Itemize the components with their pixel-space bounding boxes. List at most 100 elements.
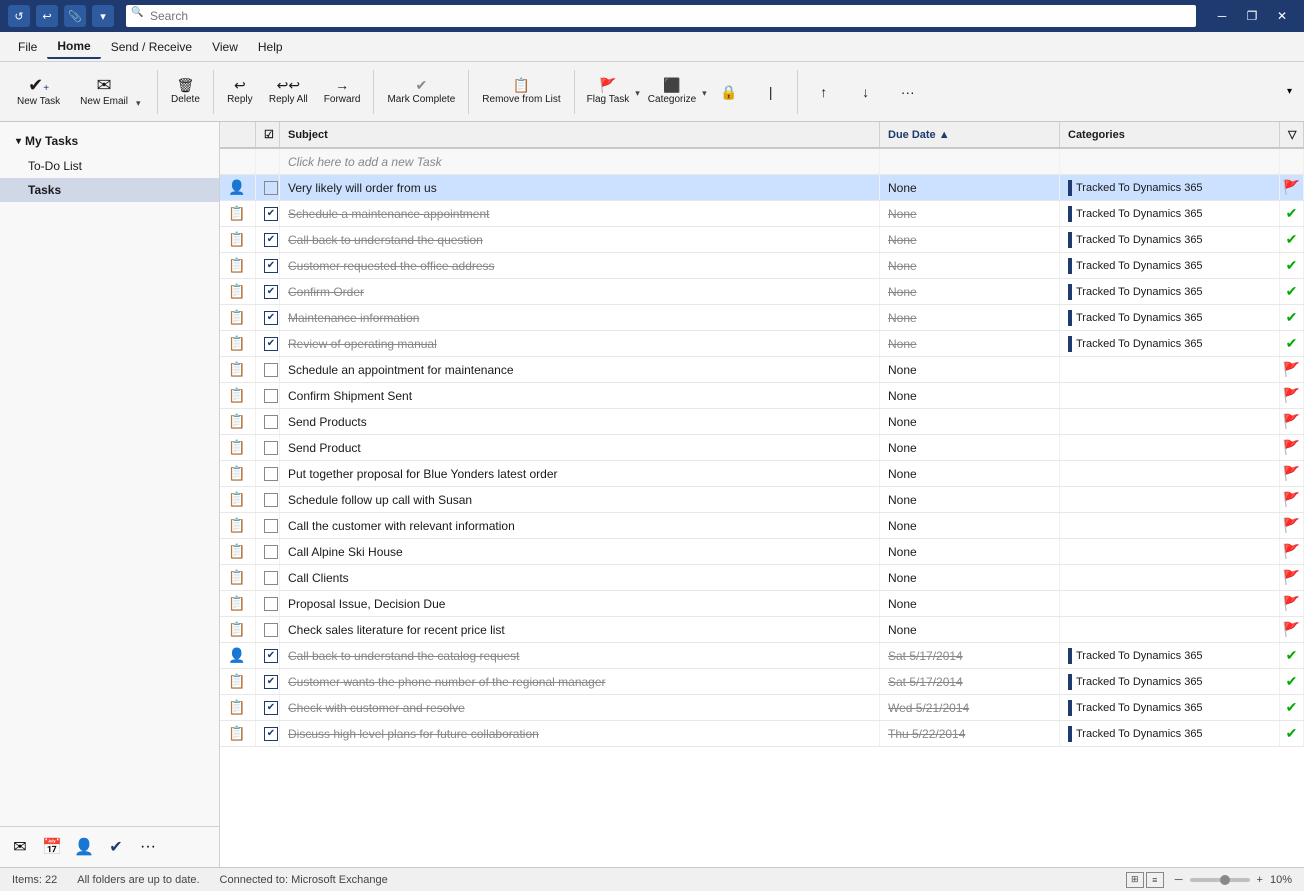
task-checkbox[interactable]: ✔ [264, 285, 278, 299]
ribbon-collapse-button[interactable]: ▾ [1283, 84, 1296, 99]
table-row[interactable]: 📋 ✔ Maintenance information None Tracked… [220, 305, 1304, 331]
menu-help[interactable]: Help [248, 36, 293, 58]
new-email-dropdown-arrow[interactable]: ▾ [136, 70, 150, 113]
task-checkbox[interactable] [264, 389, 278, 403]
task-checkbox[interactable] [264, 623, 278, 637]
table-row[interactable]: 📋 ✔ Confirm Order None Tracked To Dynami… [220, 279, 1304, 305]
row-subject-cell[interactable]: Call back to understand the catalog requ… [280, 643, 880, 668]
task-checkbox[interactable]: ✔ [264, 727, 278, 741]
table-row[interactable]: 📋 ✔ Review of operating manual None Trac… [220, 331, 1304, 357]
row-subject-cell[interactable]: Call Clients [280, 565, 880, 590]
reply-all-button[interactable]: ↩↩ Reply All [262, 73, 315, 110]
row-flag-cell[interactable]: ✔ [1280, 227, 1304, 252]
row-check-cell[interactable] [256, 175, 280, 200]
zoom-in-button[interactable]: + [1254, 874, 1266, 886]
row-check-cell[interactable]: ✔ [256, 305, 280, 330]
info-button[interactable]: | [751, 80, 791, 104]
task-checkbox[interactable] [264, 467, 278, 481]
add-subject-cell[interactable]: Click here to add a new Task [280, 149, 880, 174]
attach-icon[interactable]: 📎 [64, 5, 86, 27]
row-flag-cell[interactable]: 🚩 [1280, 461, 1304, 486]
normal-view-button[interactable]: ⊞ [1126, 872, 1144, 888]
search-input[interactable] [126, 5, 1196, 27]
table-row[interactable]: 📋 Confirm Shipment Sent None 🚩 [220, 383, 1304, 409]
row-flag-cell[interactable]: ✔ [1280, 643, 1304, 668]
zoom-slider[interactable] [1190, 878, 1250, 882]
row-subject-cell[interactable]: Confirm Order [280, 279, 880, 304]
row-flag-cell[interactable]: 🚩 [1280, 539, 1304, 564]
task-checkbox[interactable] [264, 571, 278, 585]
new-task-button[interactable]: ✔+ New Task [8, 69, 69, 114]
row-flag-cell[interactable]: 🚩 [1280, 357, 1304, 382]
table-row[interactable]: 📋 Send Product None 🚩 [220, 435, 1304, 461]
row-subject-cell[interactable]: Check with customer and resolve [280, 695, 880, 720]
table-row[interactable]: 👤 Very likely will order from us None Tr… [220, 175, 1304, 201]
row-check-cell[interactable] [256, 565, 280, 590]
table-row[interactable]: 📋 Proposal Issue, Decision Due None 🚩 [220, 591, 1304, 617]
row-subject-cell[interactable]: Schedule a maintenance appointment [280, 201, 880, 226]
categorize-button[interactable]: ⬛ Categorize [642, 74, 702, 109]
nav-tasks-icon[interactable]: ✔ [102, 833, 130, 861]
table-row[interactable]: 📋 Send Products None 🚩 [220, 409, 1304, 435]
row-check-cell[interactable]: ✔ [256, 331, 280, 356]
undo-icon[interactable]: ↩ [36, 5, 58, 27]
row-check-cell[interactable] [256, 435, 280, 460]
row-check-cell[interactable] [256, 539, 280, 564]
row-flag-cell[interactable]: ✔ [1280, 669, 1304, 694]
table-row[interactable]: 📋 Call Alpine Ski House None 🚩 [220, 539, 1304, 565]
th-check[interactable]: ☑ [256, 122, 280, 147]
forward-button[interactable]: → Forward [317, 73, 368, 110]
row-subject-cell[interactable]: Check sales literature for recent price … [280, 617, 880, 642]
close-button[interactable]: ✕ [1268, 5, 1296, 27]
table-row[interactable]: 📋 Call the customer with relevant inform… [220, 513, 1304, 539]
row-check-cell[interactable]: ✔ [256, 279, 280, 304]
row-flag-cell[interactable]: 🚩 [1280, 513, 1304, 538]
table-row[interactable]: 📋 ✔ Customer wants the phone number of t… [220, 669, 1304, 695]
reply-button[interactable]: ↩ Reply [220, 73, 260, 110]
row-check-cell[interactable]: ✔ [256, 227, 280, 252]
th-subject[interactable]: Subject [280, 122, 880, 147]
task-checkbox[interactable]: ✔ [264, 259, 278, 273]
row-flag-cell[interactable]: ✔ [1280, 253, 1304, 278]
task-checkbox[interactable]: ✔ [264, 337, 278, 351]
task-checkbox[interactable] [264, 363, 278, 377]
row-subject-cell[interactable]: Maintenance information [280, 305, 880, 330]
task-checkbox[interactable]: ✔ [264, 675, 278, 689]
row-check-cell[interactable]: ✔ [256, 721, 280, 746]
task-checkbox[interactable] [264, 519, 278, 533]
table-row[interactable]: 📋 ✔ Call back to understand the question… [220, 227, 1304, 253]
menu-home[interactable]: Home [47, 35, 100, 59]
row-subject-cell[interactable]: Call Alpine Ski House [280, 539, 880, 564]
row-flag-cell[interactable]: 🚩 [1280, 617, 1304, 642]
flag-task-group[interactable]: 🚩 Flag Task ▾ [581, 74, 640, 109]
menu-view[interactable]: View [202, 36, 248, 58]
my-tasks-header[interactable]: My Tasks [0, 128, 219, 154]
row-check-cell[interactable] [256, 357, 280, 382]
row-subject-cell[interactable]: Customer requested the office address [280, 253, 880, 278]
task-checkbox[interactable]: ✔ [264, 649, 278, 663]
table-row[interactable]: 📋 Schedule an appointment for maintenanc… [220, 357, 1304, 383]
th-filter[interactable]: ▽ [1280, 122, 1304, 147]
table-row[interactable]: 👤 ✔ Call back to understand the catalog … [220, 643, 1304, 669]
table-row[interactable]: 📋 Check sales literature for recent pric… [220, 617, 1304, 643]
row-flag-cell[interactable]: 🚩 [1280, 487, 1304, 512]
table-row[interactable]: 📋 Put together proposal for Blue Yonders… [220, 461, 1304, 487]
row-subject-cell[interactable]: Send Product [280, 435, 880, 460]
row-flag-cell[interactable]: ✔ [1280, 201, 1304, 226]
row-check-cell[interactable] [256, 617, 280, 642]
row-check-cell[interactable] [256, 383, 280, 408]
task-checkbox[interactable] [264, 597, 278, 611]
dropdown-icon[interactable]: ▾ [92, 5, 114, 27]
row-subject-cell[interactable]: Review of operating manual [280, 331, 880, 356]
task-checkbox[interactable]: ✔ [264, 207, 278, 221]
th-due-date[interactable]: Due Date ▲ [880, 122, 1060, 147]
nav-people-icon[interactable]: 👤 [70, 833, 98, 861]
sidebar-item-to-do-list[interactable]: To-Do List [0, 154, 219, 178]
row-check-cell[interactable]: ✔ [256, 253, 280, 278]
task-checkbox[interactable] [264, 493, 278, 507]
flag-dropdown-arrow[interactable]: ▾ [635, 74, 640, 109]
task-checkbox[interactable]: ✔ [264, 233, 278, 247]
delete-button[interactable]: 🗑 Delete [164, 73, 207, 110]
task-checkbox[interactable] [264, 181, 278, 195]
row-subject-cell[interactable]: Proposal Issue, Decision Due [280, 591, 880, 616]
